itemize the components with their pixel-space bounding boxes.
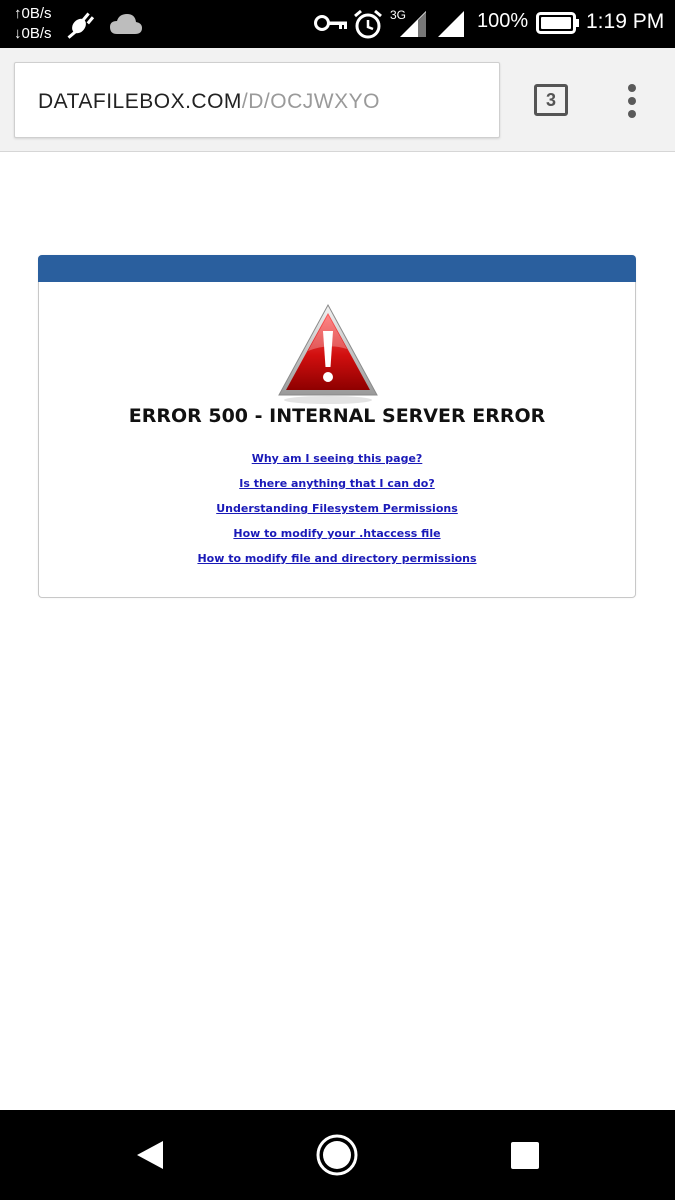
help-link-modify-permissions[interactable]: How to modify file and directory permiss…	[39, 551, 635, 576]
warning-triangle-icon	[278, 303, 378, 404]
recents-square-icon[interactable]	[475, 1110, 575, 1200]
home-circle-icon[interactable]	[287, 1110, 387, 1200]
browser-toolbar: DATAFILEBOX.COM/D/OCJWXYO 3	[0, 48, 675, 152]
system-nav-bar	[0, 1110, 675, 1200]
battery-percent: 100%	[477, 10, 529, 32]
network-speed: ↑0B/s ↓0B/s	[14, 4, 52, 44]
alarm-icon	[354, 9, 382, 39]
net-upload-speed: ↑0B/s	[14, 5, 52, 22]
panel-header	[38, 255, 636, 282]
more-vert-icon[interactable]	[622, 84, 642, 118]
battery-icon	[536, 12, 579, 34]
help-link-modify-htaccess[interactable]: How to modify your .htaccess file	[39, 526, 635, 551]
wifi-signal-icon	[438, 11, 464, 37]
signal-icon	[400, 11, 426, 37]
help-link-filesystem-permissions[interactable]: Understanding Filesystem Permissions	[39, 501, 635, 526]
url-host: DATAFILEBOX.COM	[38, 90, 242, 113]
back-triangle-icon[interactable]	[100, 1110, 200, 1200]
clock: 1:19 PM	[586, 10, 665, 33]
usb-debug-icon	[67, 12, 95, 39]
url-text[interactable]: DATAFILEBOX.COM/D/OCJWXYO	[38, 90, 380, 114]
net-download-speed: ↓0B/s	[14, 25, 52, 42]
tab-switcher-button[interactable]: 3	[534, 84, 568, 116]
help-links: Why am I seeing this page? Is there anyt…	[39, 451, 635, 576]
vpn-key-icon	[314, 15, 347, 31]
cloud-icon	[110, 14, 142, 34]
error-title: ERROR 500 - INTERNAL SERVER ERROR	[128, 405, 546, 427]
url-path: /D/OCJWXYO	[241, 90, 380, 113]
help-link-why-seeing[interactable]: Why am I seeing this page?	[39, 451, 635, 476]
status-bar: ↑0B/s ↓0B/s 3G 100% 1:19 PM	[0, 0, 675, 48]
url-bar[interactable]: DATAFILEBOX.COM/D/OCJWXYO	[14, 62, 500, 138]
error-panel: ERROR 500 - INTERNAL SERVER ERROR Why am…	[38, 255, 636, 598]
help-link-anything-to-do[interactable]: Is there anything that I can do?	[39, 476, 635, 501]
